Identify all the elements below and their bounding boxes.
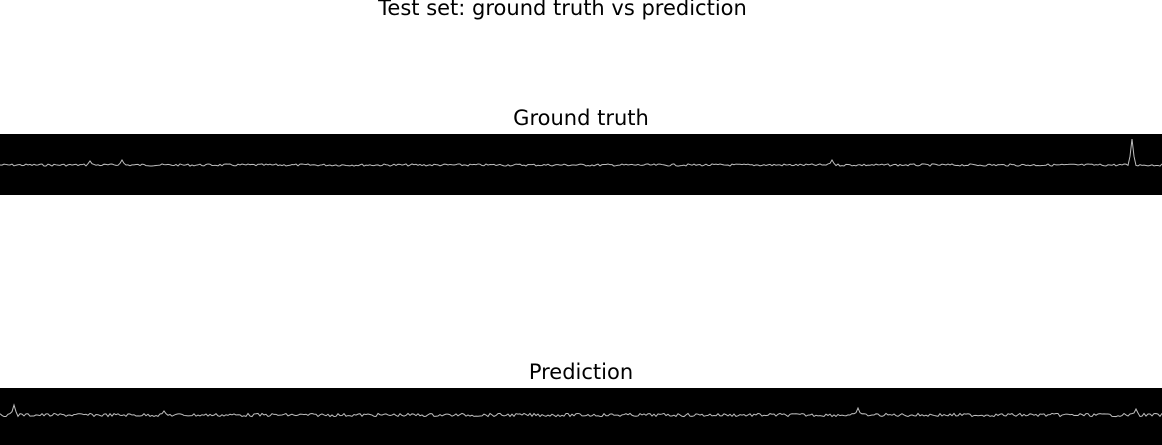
signal-trace: [0, 403, 1162, 418]
ground-truth-image: [0, 134, 1162, 195]
ground-truth-title: Ground truth: [513, 106, 649, 130]
prediction-image: [0, 388, 1162, 445]
ground-truth-trace: [0, 138, 1162, 167]
prediction-trace: [0, 403, 1162, 418]
prediction-title: Prediction: [528, 360, 634, 384]
figure-title: Test set: ground truth vs prediction: [378, 0, 747, 20]
signal-trace: [0, 138, 1162, 167]
